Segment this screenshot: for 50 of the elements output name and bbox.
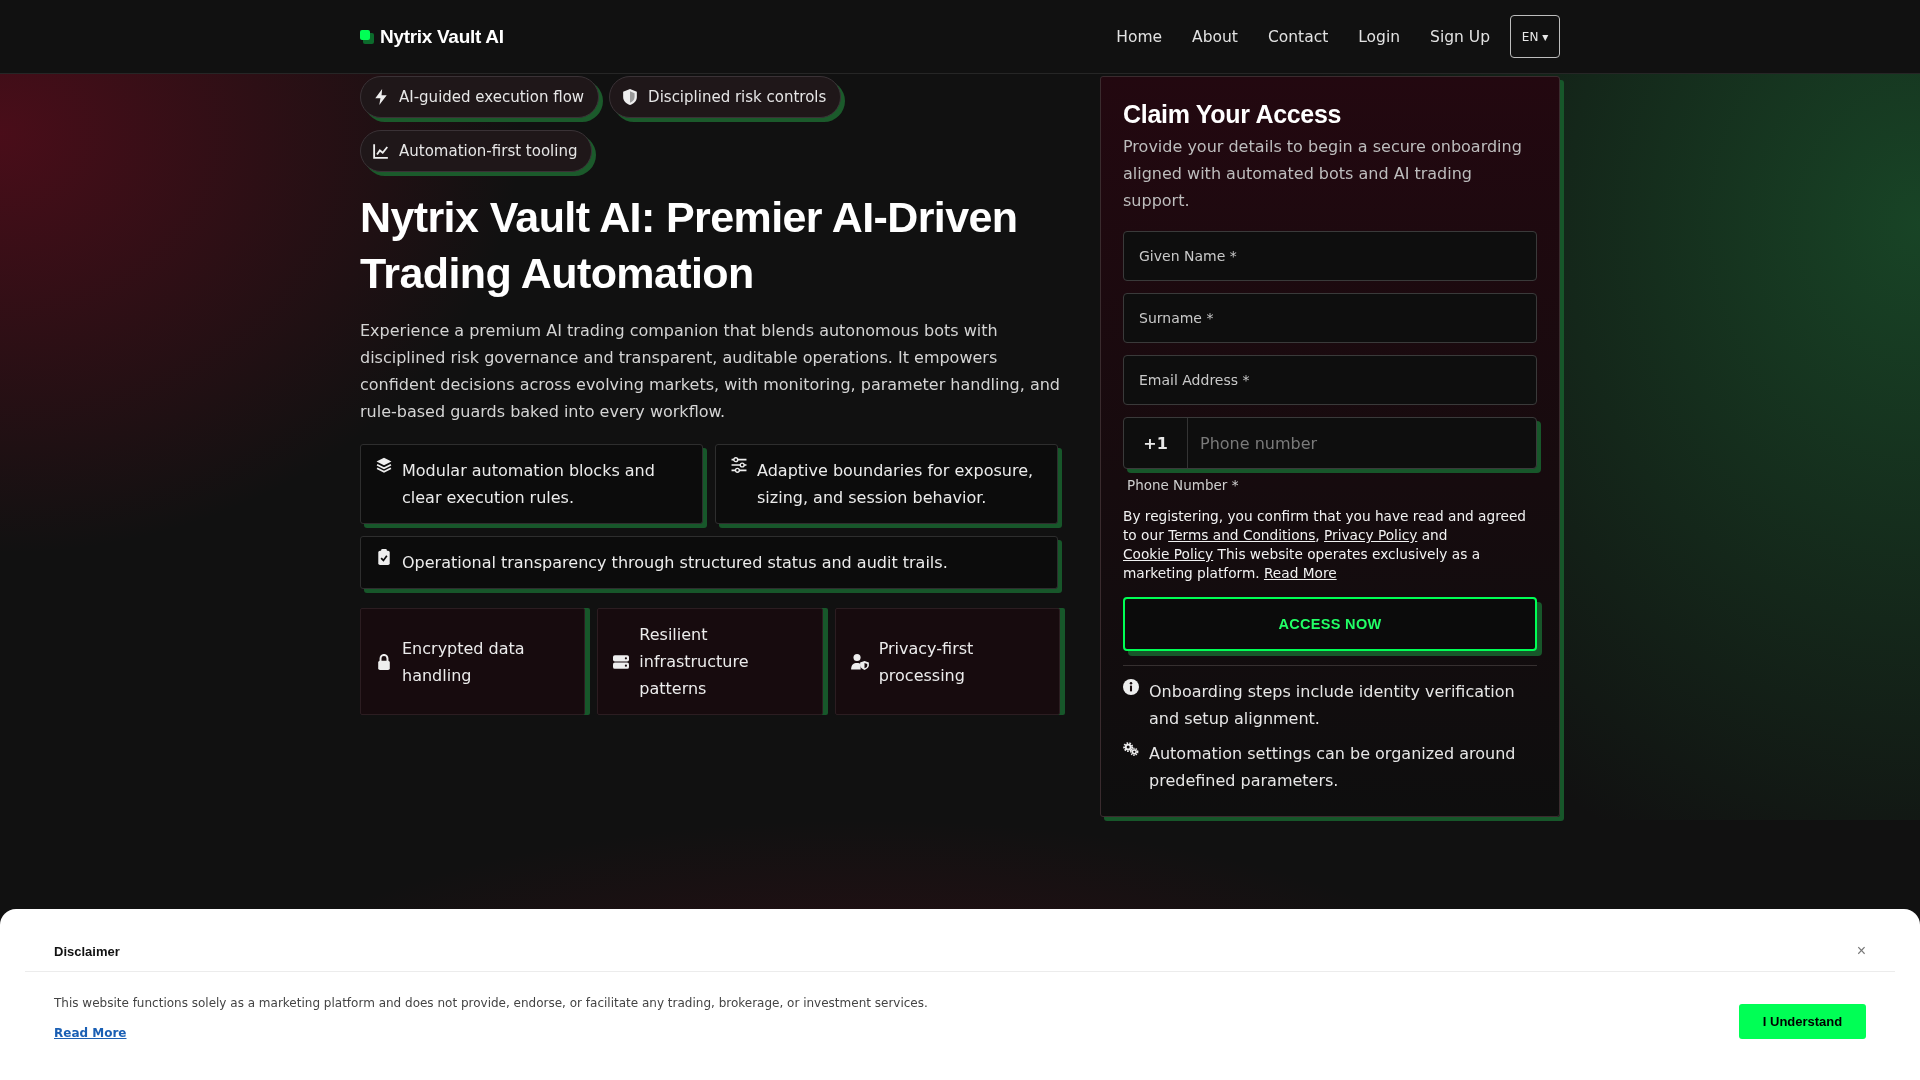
nav-link[interactable]: Sign Up (1430, 27, 1490, 46)
gears-icon (1123, 741, 1139, 757)
phone-label: Phone Number * (1127, 476, 1240, 495)
padlock-icon (376, 653, 392, 670)
tag-label: AI-guided execution flow (399, 88, 585, 106)
clipboard-check-icon (376, 549, 392, 565)
read-more-link[interactable]: Read More (54, 1024, 127, 1042)
language-button[interactable]: EN ▾ (1510, 15, 1560, 58)
user-shield-icon (850, 653, 869, 670)
feature-text: Adaptive boundaries for exposure, sizing, and session behavior. (757, 460, 1035, 509)
tag-label: Disciplined risk controls (648, 88, 827, 106)
server-icon (613, 653, 630, 670)
country-code[interactable]: +1 (1124, 418, 1188, 468)
text-link[interactable]: Cookie Policy (1123, 546, 1214, 562)
nav-link[interactable]: Home (1116, 27, 1163, 46)
line-chart-icon (373, 143, 389, 159)
text-link[interactable]: Privacy Policy (1324, 527, 1418, 543)
understand-button[interactable]: I Understand (1739, 1003, 1866, 1039)
text-link[interactable]: Terms and Conditions (1168, 527, 1316, 543)
assurance-text: Encrypted data handling (402, 637, 526, 687)
layers-icon (376, 457, 392, 473)
hero-title: Nytrix Vault AI: Premier AI-Driven Trading Automation (360, 192, 1019, 299)
feature-text: Operational transparency through structured status and audit trails. (402, 552, 948, 574)
given-name-field[interactable]: Given Name * (1123, 231, 1537, 281)
note-text: Onboarding steps include identity verification and setup alignment. (1149, 681, 1516, 730)
hero-intro: Experience a premium AI trading companion that blends autonomous bots with disciplined risk governance and transparent, auditable operations. It empowers confident decisions across evolving markets, with monitoring, parameter handling, and rule-based guards baked into every workflow. (360, 320, 1061, 423)
phone-field[interactable]: Phone number (1188, 418, 1536, 468)
text-link[interactable]: Read More (1263, 565, 1337, 581)
nav-link[interactable]: Login (1358, 27, 1401, 46)
assurance-text: Privacy-first processing (878, 637, 975, 687)
lightning-bolt-icon (373, 89, 389, 105)
nav-link[interactable]: About (1192, 27, 1238, 46)
form-description: Provide your details to begin a secure onboarding aligned with automated bots and AI trading support. (1123, 136, 1523, 212)
disclaimer-text: This website functions solely as a marketing platform and does not provide, endorse, or facilitate any trading, brokerage, or investment services. (54, 995, 928, 1012)
disclaimer-title: Disclaimer (54, 943, 120, 959)
feature-text: Modular automation blocks and clear execution rules. (402, 460, 656, 509)
info-icon (1123, 679, 1139, 695)
site-name[interactable]: Nytrix Vault AI (380, 25, 504, 48)
assurance-text: Resilient infrastructure patterns (639, 624, 750, 700)
close-button[interactable]: × (1856, 943, 1866, 959)
shield-icon (622, 89, 639, 105)
surname-field[interactable]: Surname * (1123, 293, 1537, 343)
form-title: Claim Your Access (1123, 99, 1343, 130)
note-text: Automation settings can be organized around predefined parameters. (1149, 743, 1517, 792)
nav-link[interactable]: Contact (1267, 27, 1329, 46)
logo-icon (360, 29, 374, 44)
tag-label: Automation-first tooling (399, 142, 578, 160)
email-field[interactable]: Email Address * (1123, 355, 1537, 405)
sliders-icon (731, 457, 747, 473)
legal-notice: By registering, you confirm that you have read and agreed to our Terms and Conditions, Privacy Policy and Cookie Policy This website operates exclusively as a marketing platform. Read More (1123, 507, 1528, 583)
